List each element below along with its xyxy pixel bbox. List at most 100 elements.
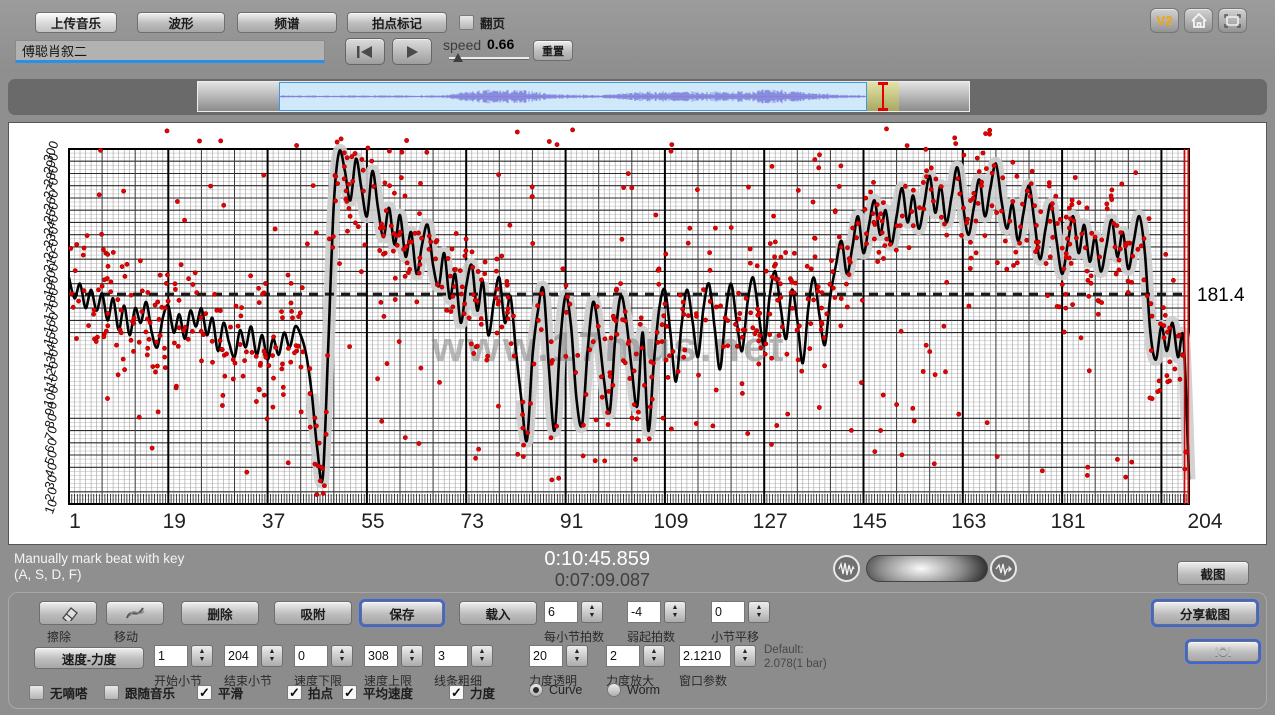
step-up-icon[interactable]: ▲ [479,648,486,656]
wave-zoom-slider[interactable] [866,555,988,582]
pickup-beats-spinner-input[interactable] [627,601,661,623]
no-click-checkbox[interactable]: 无嘀嗒 [29,683,88,702]
upload-music-button[interactable]: 上传音乐 [35,12,117,33]
dynamics-opacity-spinner-input[interactable] [529,645,563,667]
waveform-tab-button[interactable]: 波形 [137,12,225,33]
move-label: 移动 [114,628,138,645]
line-width-spinner-stepper[interactable]: ▲▼ [471,645,493,667]
delete-button[interactable]: 删除 [181,601,259,625]
screenshot-button[interactable]: 截图 [1177,561,1249,585]
start-measure-spinner-stepper[interactable]: ▲▼ [191,645,213,667]
tempo-chart-panel[interactable]: 1193755739110912714516318120430029028027… [8,122,1267,545]
rewind-button[interactable] [345,38,385,65]
start-measure-spinner-input[interactable] [154,645,188,667]
small-wave-icon [838,562,855,576]
speed-slider-thumb[interactable] [453,53,463,62]
home-button[interactable] [1184,8,1213,33]
end-measure-spinner-input[interactable] [224,645,258,667]
line-width-spinner-input[interactable] [434,645,468,667]
spectrum-tab-button[interactable]: 频谱 [237,12,337,33]
step-up-icon[interactable]: ▲ [339,648,346,656]
window-param-spinner-stepper[interactable]: ▲▼ [734,645,756,667]
follow-music-checkbox[interactable]: 跟随音乐 [104,683,175,702]
share-screenshot-button[interactable]: 分享截图 [1153,601,1257,625]
waveform-selection[interactable] [279,82,867,111]
worm-radio[interactable]: Worm [607,683,660,697]
tempo-max-spinner-stepper[interactable]: ▲▼ [401,645,423,667]
waveform-left-pad [198,82,279,111]
step-down-icon[interactable]: ▼ [651,656,658,664]
radio-circle[interactable] [529,683,543,697]
tempo-max-spinner-input[interactable] [364,645,398,667]
step-down-icon[interactable]: ▼ [479,656,486,664]
end-measure-spinner-stepper[interactable]: ▲▼ [261,645,283,667]
checkbox-box[interactable]: ✓ [197,685,212,700]
step-up-icon[interactable]: ▲ [651,648,658,656]
step-up-icon[interactable]: ▲ [199,648,206,656]
curve-radio[interactable]: Curve [529,683,582,697]
tempo-min-spinner-stepper[interactable]: ▲▼ [331,645,353,667]
step-up-icon[interactable]: ▲ [589,604,596,612]
dynamics-scale-spinner-input[interactable] [606,645,640,667]
radio-circle[interactable] [607,683,621,697]
beats-per-measure-spinner-stepper[interactable]: ▲▼ [581,601,603,623]
ioi-button[interactable]: IOI [1187,641,1259,662]
measure-shift-spinner-input[interactable] [711,601,745,623]
step-down-icon[interactable]: ▼ [409,656,416,664]
play-button[interactable] [392,38,432,65]
dynamics-checkbox[interactable]: ✓力度 [449,683,495,702]
step-up-icon[interactable]: ▲ [409,648,416,656]
dynamics-opacity-spinner-stepper[interactable]: ▲▼ [566,645,588,667]
song-title-input[interactable] [15,40,325,63]
step-down-icon[interactable]: ▼ [574,656,581,664]
dynamics-scale-spinner: ▲▼力度放大 [606,645,640,669]
measure-shift-spinner-stepper[interactable]: ▲▼ [748,601,770,623]
checkbox-box[interactable] [29,685,44,700]
move-tool-button[interactable] [106,601,164,625]
step-up-icon[interactable]: ▲ [574,648,581,656]
checkbox-box[interactable]: ✓ [449,685,464,700]
step-up-icon[interactable]: ▲ [269,648,276,656]
step-down-icon[interactable]: ▼ [199,656,206,664]
dynamics-scale-spinner-stepper[interactable]: ▲▼ [643,645,665,667]
window-param-spinner-input[interactable] [679,645,731,667]
snap-button[interactable]: 吸附 [274,601,352,625]
checkbox-box[interactable] [104,685,119,700]
step-down-icon[interactable]: ▼ [756,612,763,620]
eraser-icon [56,605,80,621]
erase-tool-button[interactable] [39,601,97,625]
page-turn-checkbox[interactable]: 翻页 [459,13,505,32]
step-down-icon[interactable]: ▼ [269,656,276,664]
step-down-icon[interactable]: ▼ [742,656,749,664]
tempo-chart[interactable]: 1193755739110912714516318120430029028027… [9,123,1266,544]
checkbox-box[interactable] [459,15,474,30]
window-param-spinner-label: 窗口参数 [679,672,727,689]
smooth-checkbox[interactable]: ✓平滑 [197,683,243,702]
step-down-icon[interactable]: ▼ [339,656,346,664]
save-button[interactable]: 保存 [361,601,443,625]
fullscreen-button[interactable] [1218,8,1247,33]
checkbox-box[interactable]: ✓ [287,685,302,700]
step-up-icon[interactable]: ▲ [742,648,749,656]
tempo-dynamics-button[interactable]: 速度-力度 [34,647,144,669]
measure-shift-spinner: ▲▼小节平移 [711,601,745,625]
beats-per-measure-spinner-input[interactable] [544,601,578,623]
step-down-icon[interactable]: ▼ [672,612,679,620]
reset-button[interactable]: 重置 [533,40,573,61]
step-up-icon[interactable]: ▲ [756,604,763,612]
playhead-cursor[interactable] [882,82,884,111]
checkbox-box[interactable]: ✓ [342,685,357,700]
waveform-window[interactable] [197,81,970,112]
load-button[interactable]: 载入 [459,601,537,625]
step-down-icon[interactable]: ▼ [589,612,596,620]
beat-mark-tab-button[interactable]: 拍点标记 [347,12,447,33]
average-tempo-checkbox[interactable]: ✓平均速度 [342,683,413,702]
time-secondary: 0:07:09.087 [430,570,650,591]
svg-text:55: 55 [361,510,384,533]
step-up-icon[interactable]: ▲ [672,604,679,612]
tempo-min-spinner-input[interactable] [294,645,328,667]
speed-slider[interactable] [449,57,529,60]
beats-checkbox[interactable]: ✓拍点 [287,683,333,702]
pickup-beats-spinner-stepper[interactable]: ▲▼ [664,601,686,623]
average-tempo-label: 181.4 [1197,285,1245,306]
